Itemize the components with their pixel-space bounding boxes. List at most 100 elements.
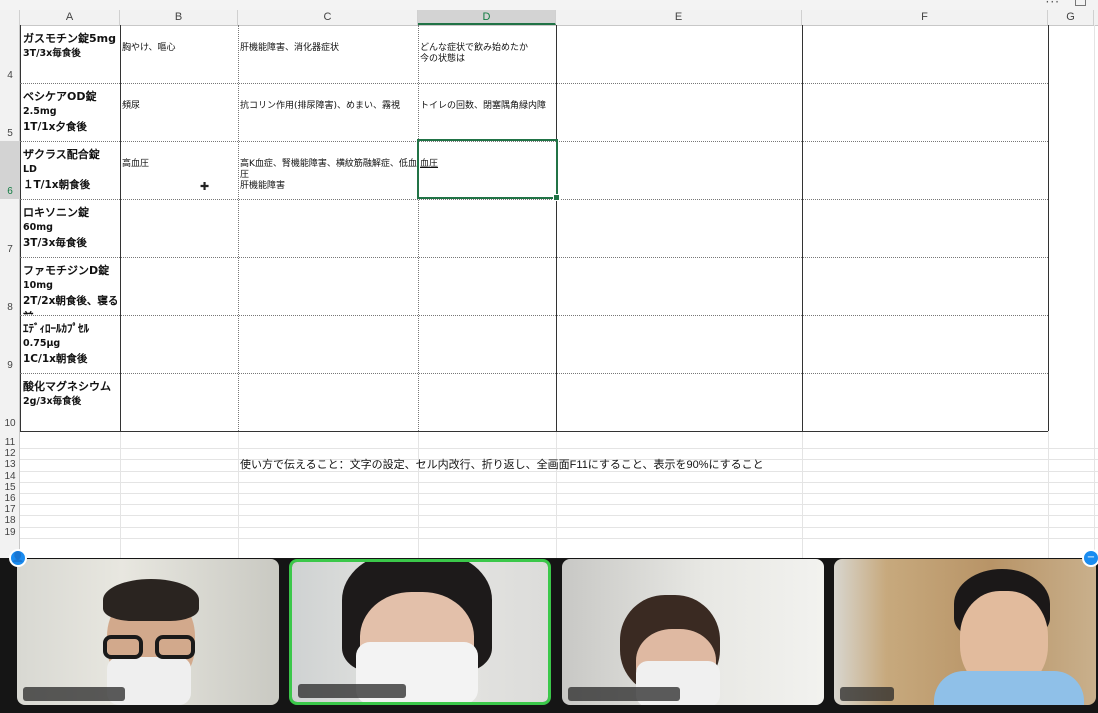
cell-e6[interactable] <box>556 141 802 199</box>
row-header-18[interactable]: 18 <box>0 515 20 526</box>
fullscreen-icon[interactable] <box>1075 0 1086 6</box>
cell-a5[interactable]: ベシケアOD錠 2.5mg 1T/1x夕食後 <box>20 83 120 141</box>
cell-g6[interactable] <box>1048 141 1094 199</box>
drug-line-2: 2.5mg <box>23 106 57 117</box>
row-header-13[interactable]: 13 <box>0 459 20 470</box>
row-header-9[interactable]: 9 <box>0 315 20 373</box>
drug-name: ガスモチン錠5mg <box>23 32 116 45</box>
cell-b8[interactable] <box>120 257 238 315</box>
drug-line-2: LD <box>23 164 37 175</box>
participant-tile-3[interactable] <box>562 559 824 705</box>
cell-a6[interactable]: ザクラス配合錠 LD １T/1x朝食後 <box>20 141 120 199</box>
drug-name: ｴﾃﾞｨﾛｰﾙｶﾌﾟｾﾙ <box>23 322 89 335</box>
cell-c8[interactable] <box>238 257 418 315</box>
participant-name-tag <box>298 684 406 698</box>
cell-e9[interactable] <box>556 315 802 373</box>
row-header-5[interactable]: 5 <box>0 83 20 141</box>
cell-c5[interactable]: 抗コリン作用(排尿障害)、めまい、霧視 <box>238 83 418 141</box>
cell-f8[interactable] <box>802 257 1048 315</box>
cell-g4[interactable] <box>1048 25 1094 83</box>
cell-e8[interactable] <box>556 257 802 315</box>
cell-e4[interactable] <box>556 25 802 83</box>
cell-d5[interactable]: トイレの回数、閉塞隅角緑内障 <box>418 83 556 141</box>
participants-toggle-icon[interactable]: 👤 <box>9 549 27 567</box>
cell-d9[interactable] <box>418 315 556 373</box>
cell-b5[interactable]: 頻尿 <box>120 83 238 141</box>
column-header-g[interactable]: G <box>1048 10 1094 25</box>
participant-tile-1[interactable] <box>17 559 279 705</box>
cell-border <box>556 25 557 431</box>
cell-b4[interactable]: 胸やけ、嘔心 <box>120 25 238 83</box>
column-header-e[interactable]: E <box>556 10 802 25</box>
row-header-15[interactable]: 15 <box>0 482 20 493</box>
cell-border <box>20 83 1048 84</box>
active-cell-selection[interactable] <box>417 139 560 201</box>
cell-d4[interactable]: どんな症状で飲み始めたか 今の状態は <box>418 25 556 83</box>
cell-a10[interactable]: 酸化マグネシウム 2g/3x毎食後 <box>20 373 120 431</box>
row-header-17[interactable]: 17 <box>0 504 20 515</box>
row-header-10[interactable]: 10 <box>0 373 20 431</box>
spreadsheet-grid[interactable]: A B C D E F G 4 ガスモチン錠5mg 3T/3x毎食後 胸やけ、嘔心 肝機… <box>0 10 1098 558</box>
cell-g10[interactable] <box>1048 373 1094 431</box>
column-header-d[interactable]: D <box>418 10 556 25</box>
usage-note[interactable]: 使い方で伝えること：文字の設定、セル内改行、折り返し、全画面F11にすること、表… <box>240 456 764 472</box>
cell-c4[interactable]: 肝機能障害、消化器症状 <box>238 25 418 83</box>
cell-d8[interactable] <box>418 257 556 315</box>
cell-a4[interactable]: ガスモチン錠5mg 3T/3x毎食後 <box>20 25 120 83</box>
cell-f6[interactable] <box>802 141 1048 199</box>
drug-name: ザクラス配合錠 <box>23 148 100 161</box>
cell-b9[interactable] <box>120 315 238 373</box>
cell-b6[interactable]: 高血圧 <box>120 141 238 199</box>
cell-d7[interactable] <box>418 199 556 257</box>
cell-a7[interactable]: ロキソニン錠 60mg 3T/3x毎食後 <box>20 199 120 257</box>
row-header-19[interactable]: 19 <box>0 527 20 538</box>
row-header-6[interactable]: 6 <box>0 141 20 199</box>
column-header-f[interactable]: F <box>802 10 1048 25</box>
row-header-7[interactable]: 7 <box>0 199 20 257</box>
ellipsis-icon[interactable]: ··· <box>1046 0 1060 9</box>
cell-e5[interactable] <box>556 83 802 141</box>
cell-f9[interactable] <box>802 315 1048 373</box>
cell-f5[interactable] <box>802 83 1048 141</box>
cell-c7[interactable] <box>238 199 418 257</box>
participant-tile-4[interactable] <box>834 559 1096 705</box>
collapse-strip-icon[interactable]: − <box>1082 549 1098 567</box>
cell-f4[interactable] <box>802 25 1048 83</box>
row-header-8[interactable]: 8 <box>0 257 20 315</box>
cell-e10[interactable] <box>556 373 802 431</box>
row-header-4[interactable]: 4 <box>0 25 20 83</box>
select-all-corner[interactable] <box>0 10 20 25</box>
row-header-14[interactable]: 14 <box>0 471 20 482</box>
cell-a9[interactable]: ｴﾃﾞｨﾛｰﾙｶﾌﾟｾﾙ 0.75μg 1C/1x朝食後 <box>20 315 120 373</box>
drug-name: ベシケアOD錠 <box>23 90 97 103</box>
cell-c10[interactable] <box>238 373 418 431</box>
drug-line-3: 3T/3x毎食後 <box>23 237 87 249</box>
cell-border <box>20 431 1048 432</box>
cell-g8[interactable] <box>1048 257 1094 315</box>
gridline <box>20 526 1098 528</box>
row-header-11[interactable]: 11 <box>0 437 20 448</box>
cell-f7[interactable] <box>802 199 1048 257</box>
cell-a8[interactable]: ファモチジンD錠 10mg 2T/2x朝食後、寝る前 <box>20 257 120 315</box>
cell-c6[interactable]: 高K血症、腎機能障害、横紋筋融解症、低血圧 肝機能障害 <box>238 141 418 199</box>
row-header-16[interactable]: 16 <box>0 493 20 504</box>
column-header-b[interactable]: B <box>120 10 238 25</box>
cell-g9[interactable] <box>1048 315 1094 373</box>
drug-line-2: 60mg <box>23 222 53 233</box>
column-header-a[interactable]: A <box>20 10 120 25</box>
cell-b7[interactable] <box>120 199 238 257</box>
cell-e7[interactable] <box>556 199 802 257</box>
row-header-12[interactable]: 12 <box>0 448 20 459</box>
cell-border <box>802 25 803 431</box>
cell-d10[interactable] <box>418 373 556 431</box>
gridline <box>238 431 239 558</box>
fill-handle[interactable] <box>553 194 560 201</box>
column-header-c[interactable]: C <box>238 10 418 25</box>
cell-g7[interactable] <box>1048 199 1094 257</box>
cell-c9[interactable] <box>238 315 418 373</box>
cell-b10[interactable] <box>120 373 238 431</box>
cell-g5[interactable] <box>1048 83 1094 141</box>
cell-border <box>20 315 1048 316</box>
participant-tile-2[interactable] <box>289 559 551 705</box>
cell-f10[interactable] <box>802 373 1048 431</box>
